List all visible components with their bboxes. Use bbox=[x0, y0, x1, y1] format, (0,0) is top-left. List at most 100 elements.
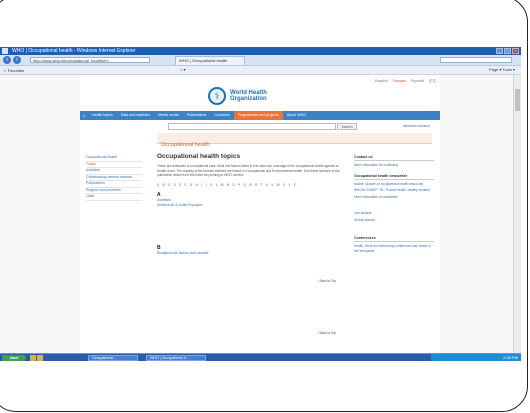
alphabet-letter[interactable]: M bbox=[221, 183, 224, 187]
start-button[interactable]: start bbox=[2, 355, 26, 361]
right-column: Contact us More information for contacti… bbox=[354, 155, 434, 253]
vertical-scrollbar[interactable] bbox=[513, 75, 521, 353]
browser-screenshot: WHO | Occupational health - Windows Inte… bbox=[0, 47, 521, 361]
favorites-button[interactable]: ★ Favorites bbox=[3, 67, 24, 75]
related-link[interactable]: Join website bbox=[354, 211, 434, 216]
page-tools-menu[interactable]: Page ▾ Tools ▾ bbox=[489, 66, 515, 74]
alphabet-letter[interactable]: E bbox=[179, 183, 181, 187]
lang-link[interactable]: 中文 bbox=[429, 79, 436, 83]
contact-link[interactable]: More information for contacting bbox=[354, 163, 434, 168]
star-icon: ★ bbox=[3, 68, 7, 73]
page-title: Occupational health topics bbox=[157, 153, 241, 160]
search-input[interactable] bbox=[168, 123, 336, 130]
alphabet-letter[interactable]: T bbox=[260, 183, 262, 187]
related-link[interactable]: More information on newsletter bbox=[354, 195, 434, 200]
related-link[interactable]: Global network bbox=[354, 218, 434, 223]
home-icon[interactable]: ⌂ ▾ bbox=[180, 66, 186, 74]
who-logo[interactable]: ⚕ World Health Organization bbox=[208, 87, 267, 105]
related-link[interactable]: Mobile: Update on occupational health re… bbox=[354, 182, 434, 187]
alphabet-letter[interactable]: A bbox=[157, 183, 159, 187]
alphabet-letter[interactable]: B bbox=[162, 183, 164, 187]
browser-search-box[interactable] bbox=[440, 57, 512, 63]
maximize-button[interactable]: □ bbox=[504, 48, 511, 54]
window-controls: _ □ × bbox=[496, 48, 519, 54]
nav-item[interactable]: Health topics bbox=[88, 111, 117, 120]
advanced-search-link[interactable]: Advanced search bbox=[403, 124, 430, 128]
alphabet-letter[interactable]: Y bbox=[288, 183, 290, 187]
alphabet-letter[interactable]: N bbox=[227, 183, 229, 187]
who-page: Español Français Русский 中文 ⚕ World Heal… bbox=[80, 75, 440, 353]
main-content: Occupational health topics These are exa… bbox=[157, 153, 347, 335]
taskbar-button[interactable]: Occupational... bbox=[88, 355, 138, 361]
alphabet-letter[interactable]: G bbox=[190, 183, 192, 187]
nav-item[interactable]: Data and statistics bbox=[117, 111, 154, 120]
command-bar: ★ Favorites ⌂ ▾ Page ▾ Tools ▾ bbox=[0, 66, 521, 75]
sidebar: Occupational health Topics Activities Co… bbox=[86, 155, 142, 201]
section-banner: Occupational health bbox=[157, 133, 432, 148]
contact-heading: Contact us bbox=[354, 155, 434, 161]
nav-item-active[interactable]: Programmes and projects bbox=[233, 111, 283, 120]
back-icon[interactable]: ‹ bbox=[3, 56, 11, 64]
back-to-top-link[interactable]: ↑ Back to Top bbox=[317, 279, 336, 283]
taskbar-button-active[interactable]: WHO | Occupational h... bbox=[146, 355, 206, 361]
quick-launch bbox=[30, 355, 43, 361]
ie-icon[interactable] bbox=[37, 355, 43, 361]
forward-icon[interactable]: › bbox=[13, 56, 21, 64]
intro-text: These are examples of occupational risks… bbox=[157, 164, 340, 178]
home-icon[interactable]: ⌂ bbox=[80, 113, 88, 119]
alphabet-letter[interactable]: Z bbox=[294, 183, 296, 187]
alphabet-index: ABCDEFGHIJKLMNOPQRSTUVWXYZ bbox=[157, 183, 347, 187]
lang-link[interactable]: Français bbox=[393, 79, 406, 83]
topic-link[interactable]: Biological risk factors and hazards bbox=[157, 251, 347, 256]
site-search: Search Advanced search bbox=[80, 122, 440, 131]
alphabet-letter[interactable]: O bbox=[232, 183, 234, 187]
system-tray: 2:08 PM bbox=[431, 354, 521, 361]
main-navigation: ⌂ Health topics Data and statistics Medi… bbox=[80, 111, 440, 120]
event-link[interactable]: Health, Work and Well-being conference a… bbox=[354, 244, 434, 253]
browser-tab[interactable]: WHO | Occupational health bbox=[175, 56, 245, 65]
folder-icon[interactable] bbox=[30, 355, 36, 361]
org-name: Organization bbox=[230, 96, 267, 102]
alphabet-letter[interactable]: R bbox=[249, 183, 251, 187]
minimize-button[interactable]: _ bbox=[496, 48, 503, 54]
alphabet-letter[interactable]: K bbox=[210, 183, 212, 187]
close-button[interactable]: × bbox=[512, 48, 519, 54]
window-title: WHO | Occupational health - Windows Inte… bbox=[12, 48, 136, 54]
page-viewport: Español Français Русский 中文 ⚕ World Heal… bbox=[0, 75, 513, 353]
nav-item[interactable]: Media centre bbox=[154, 111, 183, 120]
nav-item[interactable]: Countries bbox=[210, 111, 233, 120]
alphabet-letter[interactable]: V bbox=[271, 183, 273, 187]
alphabet-letter[interactable]: I bbox=[201, 183, 202, 187]
links-heading: Occupational health newsletter bbox=[354, 174, 434, 180]
alphabet-letter[interactable]: C bbox=[168, 183, 170, 187]
events-heading: Conferences bbox=[354, 236, 434, 242]
nav-item[interactable]: Publications bbox=[183, 111, 210, 120]
alphabet-letter[interactable]: W bbox=[277, 183, 280, 187]
alphabet-letter[interactable]: L bbox=[216, 183, 218, 187]
search-button[interactable]: Search bbox=[337, 123, 357, 130]
alphabet-letter[interactable]: S bbox=[255, 183, 257, 187]
browser-navbar: ‹ › http://www.who.int/occupational_heal… bbox=[0, 55, 521, 66]
alphabet-letter[interactable]: Q bbox=[244, 183, 246, 187]
alphabet-letter[interactable]: J bbox=[205, 183, 207, 187]
alphabet-letter[interactable]: D bbox=[173, 183, 175, 187]
alphabet-letter[interactable]: X bbox=[283, 183, 285, 187]
windows-taskbar: start Occupational... WHO | Occupational… bbox=[0, 353, 521, 361]
lang-link[interactable]: Español bbox=[375, 79, 388, 83]
alphabet-letter[interactable]: P bbox=[238, 183, 240, 187]
scrollbar-thumb[interactable] bbox=[515, 89, 520, 111]
clock: 2:08 PM bbox=[503, 355, 518, 360]
alphabet-letter[interactable]: H bbox=[196, 183, 198, 187]
related-link[interactable]: WHO/ILO/UNEP: TB - Protect health, healt… bbox=[354, 188, 434, 193]
nav-item[interactable]: About WHO bbox=[283, 111, 310, 120]
address-bar[interactable]: http://www.who.int/occupational_health/e… bbox=[30, 57, 150, 63]
language-links: Español Français Русский 中文 bbox=[371, 79, 436, 84]
alphabet-letter[interactable]: F bbox=[185, 183, 187, 187]
sidebar-item[interactable]: Links bbox=[86, 194, 142, 201]
ie-icon bbox=[2, 48, 8, 54]
window-titlebar: WHO | Occupational health - Windows Inte… bbox=[0, 47, 521, 55]
back-to-top-link[interactable]: ↑ Back to Top bbox=[317, 331, 336, 335]
lang-link[interactable]: Русский bbox=[411, 79, 424, 83]
who-emblem-icon: ⚕ bbox=[208, 87, 226, 105]
alphabet-letter[interactable]: U bbox=[266, 183, 268, 187]
